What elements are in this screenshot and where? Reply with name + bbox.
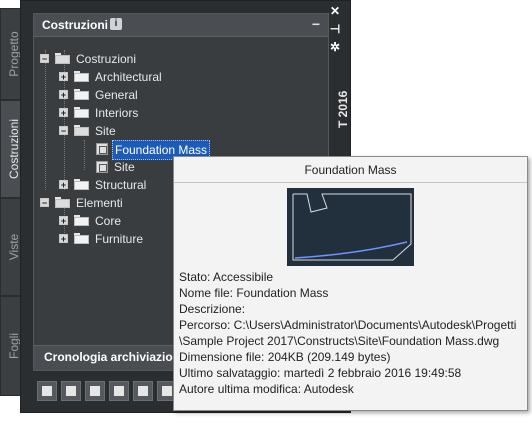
expand-toggle[interactable]: + <box>59 234 68 244</box>
tree-node-site[interactable]: − Site <box>59 122 239 140</box>
tab-viste-label: Viste <box>7 233 21 261</box>
tree-node-furniture[interactable]: + Furniture <box>59 230 179 248</box>
tooltip-title: Foundation Mass <box>304 163 397 177</box>
tooltip-separator <box>174 182 527 183</box>
expand-toggle[interactable]: + <box>59 72 68 82</box>
folder-open-icon <box>55 197 70 208</box>
collapse-toggle[interactable]: − <box>59 126 68 136</box>
tree-node-label: Interiors <box>95 106 139 120</box>
tooltip-nome: Nome file: Foundation Mass <box>179 286 329 300</box>
tree-node-core[interactable]: + Core <box>59 212 179 230</box>
tooltip-autore: Autore ultima modifica: Autodesk <box>179 382 354 396</box>
tree-node-label: Site <box>95 124 116 138</box>
folder-open-icon <box>55 53 70 64</box>
tree-node-interiors[interactable]: + Interiors <box>59 104 239 122</box>
folder-icon <box>74 215 89 226</box>
tooltip-salvataggio: Ultimo salvataggio: martedì 2 febbraio 2… <box>179 366 462 380</box>
tree-node-label: Elementi <box>76 196 123 210</box>
panel-title: Costruzioni <box>42 18 108 32</box>
folder-icon <box>74 233 89 244</box>
tree-node-elementi[interactable]: − Elementi <box>40 194 160 212</box>
tree-node-structural[interactable]: + Structural <box>59 176 179 194</box>
construct-icon <box>96 143 108 155</box>
properties-icon[interactable]: ✲ <box>328 40 342 54</box>
collapse-toggle[interactable]: − <box>40 198 49 208</box>
history-label: Cronologia archiviazione <box>44 350 187 364</box>
add-category-button[interactable] <box>37 381 57 401</box>
pin-icon[interactable]: ⊣ <box>328 22 342 36</box>
add-construct-button[interactable] <box>61 381 81 401</box>
add-element-button[interactable] <box>85 381 105 401</box>
info-icon[interactable]: i <box>110 18 122 30</box>
tree-node-label: Architectural <box>95 70 162 84</box>
tab-fogli-label: Fogli <box>7 332 21 360</box>
folder-open-icon <box>74 125 89 136</box>
close-icon[interactable]: ✕ <box>328 4 342 18</box>
expand-toggle[interactable]: + <box>59 108 68 118</box>
tree-node-label: Furniture <box>95 232 144 246</box>
panel-header: Costruzioni i − <box>34 14 328 37</box>
tree-node-architectural[interactable]: + Architectural <box>59 68 239 86</box>
palette-rail-title: T 2016 <box>336 90 350 128</box>
tree-node-general[interactable]: + General <box>59 86 239 104</box>
tooltip-percorso-2: \Sample Project 2017\Constructs\Site\Fou… <box>179 334 500 348</box>
tab-progetto-label: Progetto <box>7 31 21 77</box>
tooltip-descrizione: Descrizione: <box>179 302 246 316</box>
tree-node-label: Structural <box>95 178 147 192</box>
expand-toggle[interactable]: + <box>59 216 68 226</box>
tree-node-costruzioni[interactable]: − Costruzioni <box>40 50 240 68</box>
tree-node-label: Costruzioni <box>76 52 137 66</box>
repath-button[interactable] <box>133 381 153 401</box>
floor-plan-preview <box>292 193 412 261</box>
drawing-preview <box>287 188 414 266</box>
expand-toggle[interactable]: + <box>59 90 68 100</box>
collapse-toggle[interactable]: − <box>40 54 49 64</box>
construct-tooltip: Foundation Mass Stato: Accessibile Nome … <box>173 156 528 411</box>
tooltip-percorso-1: Percorso: C:\Users\Administrator\Documen… <box>179 318 517 332</box>
tree-node-label: Core <box>95 214 122 228</box>
open-button[interactable] <box>109 381 129 401</box>
collapse-icon[interactable]: − <box>312 16 320 32</box>
tooltip-stato: Stato: Accessibile <box>179 270 274 284</box>
tooltip-dimensione: Dimensione file: 204KB (209.149 bytes) <box>179 350 391 364</box>
tree-node-label: General <box>95 88 138 102</box>
folder-icon <box>74 179 89 190</box>
construct-icon <box>96 161 108 173</box>
folder-icon <box>74 89 89 100</box>
tree-node-label: Site <box>114 160 135 174</box>
tab-costruzioni-label: Costruzioni <box>7 118 21 180</box>
expand-toggle[interactable]: + <box>59 180 68 190</box>
folder-icon <box>74 71 89 82</box>
folder-icon <box>74 107 89 118</box>
